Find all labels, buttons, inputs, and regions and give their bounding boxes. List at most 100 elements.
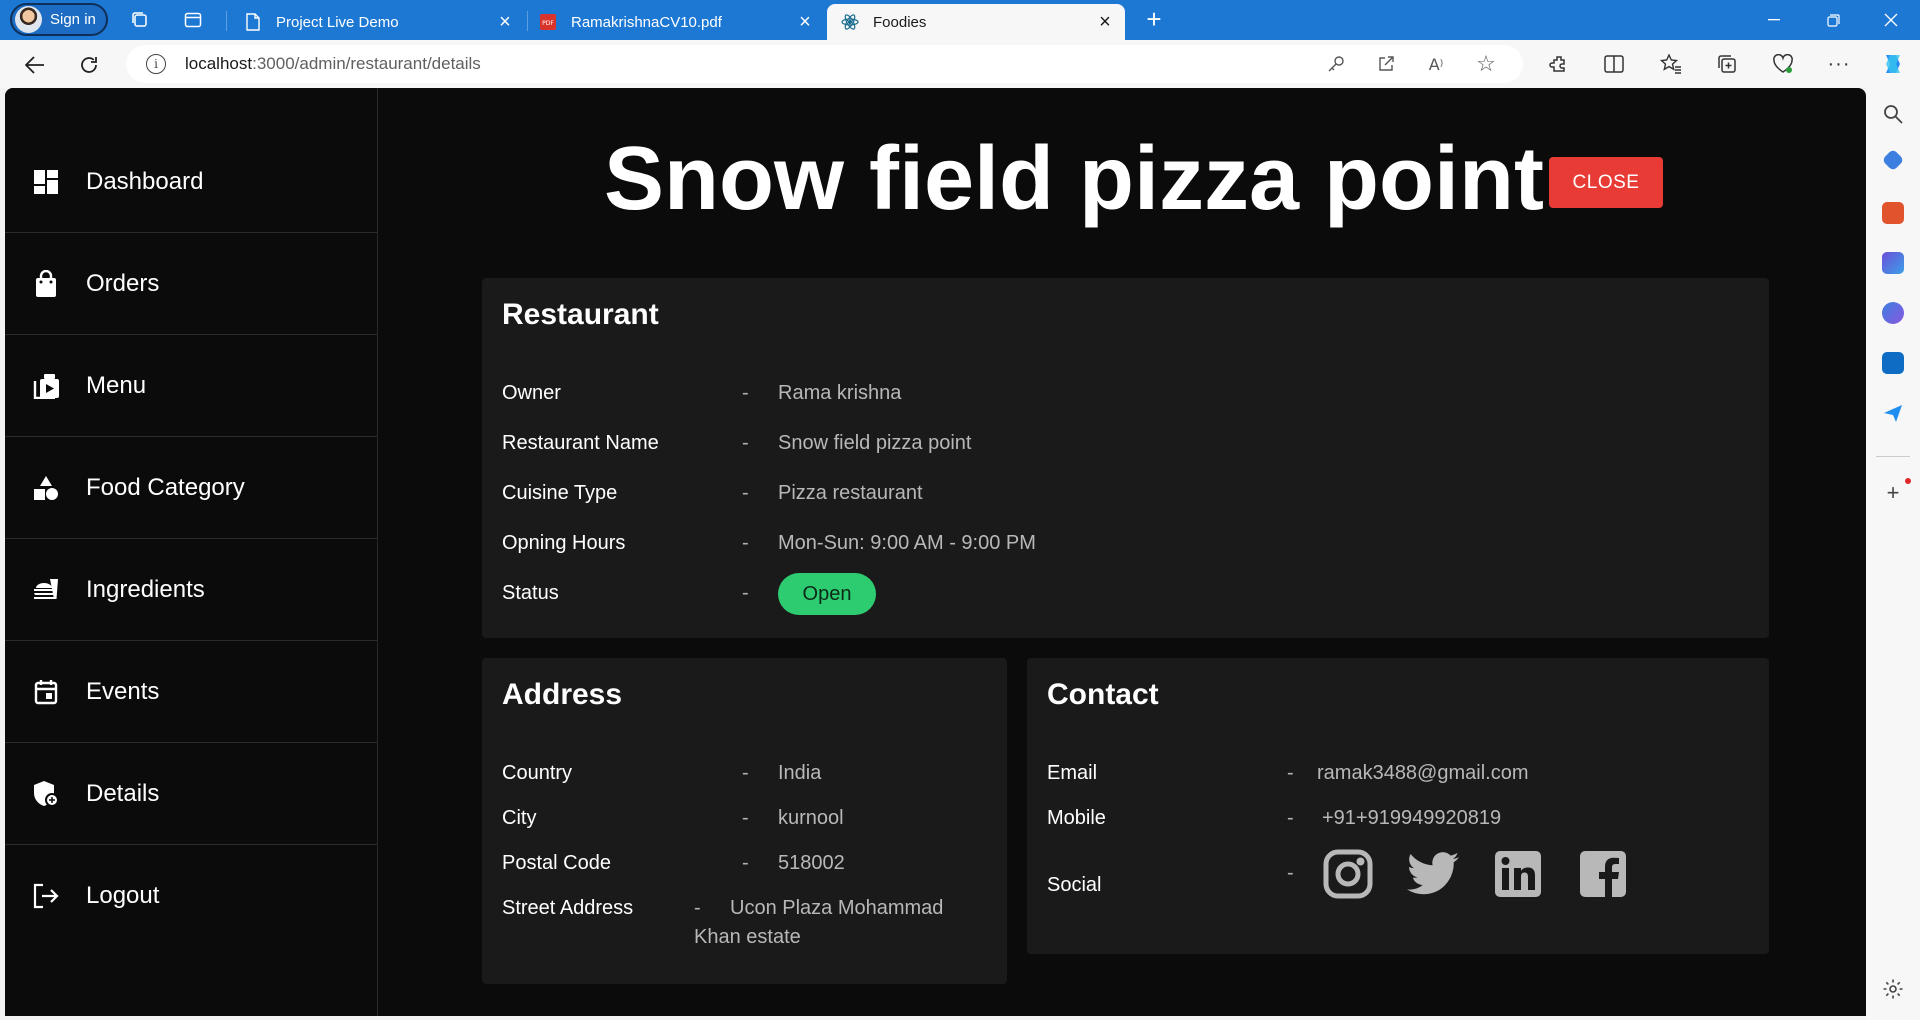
field-label: Mobile: [1047, 807, 1106, 829]
outlook-icon[interactable]: [1882, 352, 1904, 374]
sidebar-item-menu[interactable]: Menu: [5, 335, 377, 437]
browser-tab-bar: Sign in Project Live Demo × PDF Ramakris…: [0, 0, 1920, 40]
dashboard-icon: [31, 167, 61, 197]
sidebar-item-details[interactable]: Details: [5, 743, 377, 845]
favorites-icon[interactable]: [1658, 51, 1684, 77]
sidebar-item-food-category[interactable]: Food Category: [5, 437, 377, 539]
send-icon[interactable]: [1882, 402, 1904, 424]
sidebar-item-dashboard[interactable]: Dashboard: [5, 131, 377, 233]
postal-code-row: Postal Code - 518002: [502, 852, 845, 875]
close-tab-icon[interactable]: ×: [795, 11, 815, 34]
city-value: kurnool: [778, 807, 844, 829]
notification-dot: [1905, 478, 1911, 484]
sidebar-item-orders[interactable]: Orders: [5, 233, 377, 335]
refresh-icon[interactable]: [76, 52, 102, 78]
card-title: Contact: [1047, 678, 1159, 711]
field-label: Restaurant Name: [502, 432, 659, 454]
menu-icon: [31, 371, 61, 401]
microsoft-365-icon[interactable]: [1882, 302, 1904, 324]
url-path: :3000/admin/restaurant/details: [252, 54, 481, 73]
hours-row: Opning Hours - Mon-Sun: 9:00 AM - 9:00 P…: [502, 532, 1036, 555]
separator: -: [742, 482, 749, 504]
back-arrow-icon[interactable]: [22, 52, 48, 78]
tab-project-live-demo[interactable]: Project Live Demo ×: [230, 4, 525, 40]
split-screen-icon[interactable]: [1601, 51, 1627, 77]
site-info-icon[interactable]: i: [146, 54, 166, 74]
sidebar-item-label: Details: [86, 779, 160, 807]
tab-foodies[interactable]: Foodies ×: [827, 4, 1125, 40]
url-field[interactable]: i localhost:3000/admin/restaurant/detail…: [126, 45, 1523, 83]
restaurant-name-row: Restaurant Name - Snow field pizza point: [502, 432, 971, 455]
facebook-icon[interactable]: [1577, 848, 1629, 900]
sidebar-item-label: Events: [86, 677, 160, 705]
twitter-icon[interactable]: [1407, 848, 1459, 900]
separator: -: [742, 532, 749, 554]
field-label: Owner: [502, 382, 561, 404]
tab-actions-icon[interactable]: [182, 9, 204, 31]
add-icon[interactable]: +: [1882, 482, 1904, 504]
profile-label: Sign in: [50, 11, 96, 28]
profile-button[interactable]: Sign in: [10, 3, 108, 36]
search-icon[interactable]: [1882, 103, 1904, 125]
browser-essentials-icon[interactable]: [1770, 51, 1796, 77]
sidebar-item-logout[interactable]: Logout: [5, 845, 377, 947]
sidebar-item-ingredients[interactable]: Ingredients: [5, 539, 377, 641]
close-tab-icon[interactable]: ×: [1095, 11, 1115, 34]
separator: -: [1287, 762, 1294, 784]
field-label: Country: [502, 762, 573, 784]
shopping-tag-icon[interactable]: [1881, 148, 1905, 172]
read-aloud-icon[interactable]: A): [1423, 51, 1449, 77]
more-options-icon[interactable]: ···: [1826, 51, 1852, 77]
address-card: Address Country - India City - kurnool P…: [482, 658, 1007, 984]
linkedin-icon[interactable]: [1492, 848, 1544, 900]
extensions-icon[interactable]: [1546, 51, 1572, 77]
close-tab-icon[interactable]: ×: [495, 11, 515, 34]
card-title: Address: [502, 678, 623, 711]
separator: -: [742, 852, 749, 874]
tab-ramakrishna-cv[interactable]: PDF RamakrishnaCV10.pdf ×: [525, 4, 825, 40]
admin-sidebar: Dashboard Orders Menu Food Category Ingr…: [5, 88, 378, 1016]
category-icon: [31, 473, 61, 503]
new-tab-button[interactable]: +: [1140, 6, 1168, 34]
restore-icon[interactable]: [1818, 6, 1848, 34]
url-host: localhost: [185, 54, 253, 73]
settings-gear-icon[interactable]: [1882, 978, 1904, 1000]
edge-divider: [1876, 456, 1910, 457]
main-content: Snow field pizza point CLOSE Restaurant …: [379, 88, 1866, 1016]
react-icon: [841, 13, 859, 31]
restaurant-card: Restaurant Owner - Rama krishna Restaura…: [482, 278, 1769, 638]
key-icon[interactable]: [1323, 51, 1349, 77]
street-address-value: - Ucon Plaza Mohammad Khan estate: [694, 897, 984, 949]
tools-icon[interactable]: [1882, 202, 1904, 224]
minimize-icon[interactable]: [1759, 6, 1789, 34]
close-window-icon[interactable]: [1876, 6, 1906, 34]
collections-icon[interactable]: [1714, 51, 1740, 77]
sidebar-item-events[interactable]: Events: [5, 641, 377, 743]
sidebar-item-label: Food Category: [86, 473, 245, 501]
social-links: [1322, 848, 1662, 900]
restaurant-name-value: Snow field pizza point: [778, 432, 972, 454]
separator: -: [742, 432, 749, 454]
close-button[interactable]: CLOSE: [1549, 157, 1663, 208]
cuisine-row: Cuisine Type - Pizza restaurant: [502, 482, 923, 505]
address-bar: i localhost:3000/admin/restaurant/detail…: [0, 40, 1920, 88]
field-label: Email: [1047, 762, 1098, 784]
country-row: Country - India: [502, 762, 821, 785]
social-row: Social -: [1047, 849, 1662, 900]
street-address-row: Street Address - Ucon Plaza Mohammad Khan…: [502, 897, 984, 949]
sidebar-item-label: Orders: [86, 269, 160, 297]
workspaces-icon[interactable]: [129, 9, 151, 31]
separator: -: [694, 897, 701, 919]
field-label: Social: [1047, 874, 1102, 896]
separator: -: [742, 382, 749, 404]
owner-value: Rama krishna: [778, 382, 902, 404]
copilot-icon[interactable]: [1880, 51, 1906, 77]
favorite-star-icon[interactable]: ☆: [1473, 51, 1499, 77]
open-in-app-icon[interactable]: [1373, 51, 1399, 77]
contact-card: Contact Email - ramak3488@gmail.com Mobi…: [1027, 658, 1769, 954]
status-badge[interactable]: Open: [778, 573, 876, 615]
page-title: Snow field pizza point: [604, 129, 1544, 229]
games-icon[interactable]: [1882, 252, 1904, 274]
instagram-icon[interactable]: [1322, 848, 1374, 900]
street-line-2: Khan estate: [694, 926, 801, 948]
